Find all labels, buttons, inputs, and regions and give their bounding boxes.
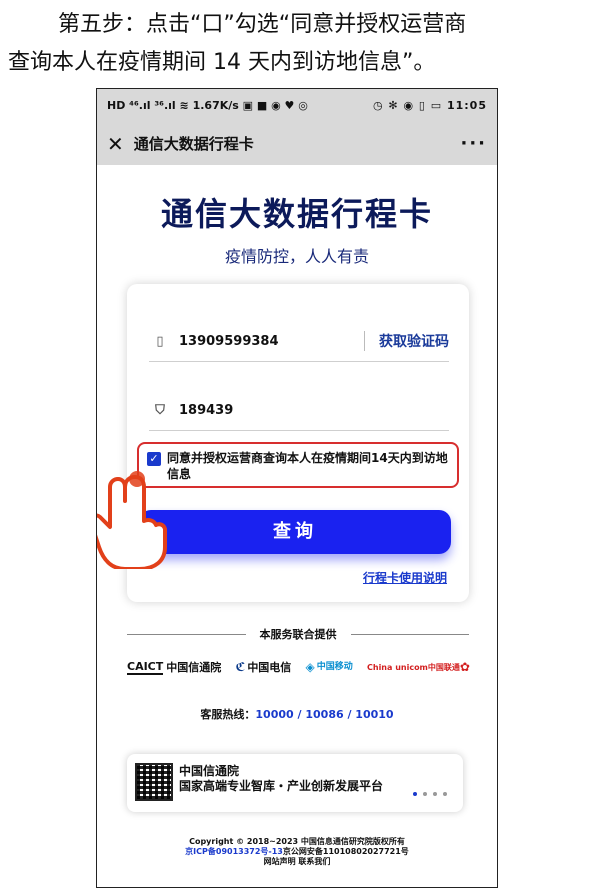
mobile-mark: ◈ [305, 660, 315, 674]
promo-banner[interactable]: 中国信通院 国家高端专业智库・产业创新发展平台 [127, 754, 463, 812]
code-field[interactable]: ⛉ 189439 [149, 390, 449, 431]
unicom-name: China unicom中国联通 [367, 662, 460, 672]
login-card: ▯ 13909599384 获取验证码 ⛉ 189439 ✓ 同意并授权运营商查… [127, 284, 469, 602]
hero-subtitle: 疫情防控，人人有责 [224, 247, 369, 266]
caict-mark: CAICT [127, 659, 164, 675]
carousel-dot[interactable] [433, 792, 437, 796]
status-bar-left: HD ⁴⁶.ıl ³⁶.ıl ≋ 1.67K/s ▣ ■ ◉ ♥ ◎ [107, 99, 308, 112]
carousel-dots[interactable] [413, 792, 447, 796]
more-menu-icon[interactable]: ··· [460, 133, 487, 154]
police-record: 京公网安备11010802027721号 [282, 847, 409, 856]
mobile-name: 中国移动 [316, 662, 353, 672]
banner-title: 中国信通院 [179, 764, 240, 778]
pointing-hand-icon [97, 471, 167, 569]
copyright-text: Copyright © 2018~2023 中国信息通信研究院版权所有 [189, 837, 405, 846]
phone-screenshot: HD ⁴⁶.ıl ³⁶.ıl ≋ 1.67K/s ▣ ■ ◉ ♥ ◎ ◷ ✻ ◉… [96, 88, 498, 888]
phone-number-input[interactable]: 13909599384 [179, 334, 364, 349]
shield-icon: ⛉ [155, 402, 165, 418]
close-icon[interactable]: ✕ [107, 132, 124, 156]
status-bar: HD ⁴⁶.ıl ³⁶.ıl ≋ 1.67K/s ▣ ■ ◉ ♥ ◎ ◷ ✻ ◉… [97, 89, 497, 122]
provider-heading: 本服务联合提供 [259, 628, 337, 641]
divider-line [127, 633, 246, 635]
document-line-1: 第五步：点击“口”勾选“同意并授权运营商 [58, 12, 467, 37]
qr-code-icon [135, 763, 173, 801]
status-bar-right: ◷ ✻ ◉ ▯ ▭ 11:05 [372, 99, 487, 112]
china-telecom-logo: ℭ 中国电信 [235, 659, 291, 675]
document-line-2: 查询本人在疫情期间 14 天内到访地信息”。 [8, 50, 436, 75]
unicom-mark: ✿ [459, 660, 470, 674]
footer: Copyright © 2018~2023 中国信息通信研究院版权所有 京ICP… [97, 837, 497, 867]
consent-highlight-box: ✓ 同意并授权运营商查询本人在疫情期间14天内到访地信息 [137, 442, 459, 488]
get-code-button[interactable]: 获取验证码 [379, 331, 449, 351]
provider-logos: CAICT 中国信通院 ℭ 中国电信 ◈ 中国移动 China unicom中国… [127, 659, 472, 675]
hotline-numbers[interactable]: 10000 / 10086 / 10010 [255, 708, 393, 721]
phone-icon: ▯ [156, 333, 164, 349]
carousel-dot[interactable] [413, 792, 417, 796]
china-mobile-logo: ◈ 中国移动 [306, 660, 353, 674]
nav-bar: ✕ 通信大数据行程卡 ··· [97, 122, 497, 165]
nav-title: 通信大数据行程卡 [133, 135, 254, 153]
verification-code-input[interactable]: 189439 [179, 403, 449, 418]
icp-link[interactable]: 京ICP备09013372号-13 [185, 847, 283, 856]
telecom-mark: ℭ [235, 660, 246, 674]
consent-checkbox[interactable]: ✓ [147, 452, 161, 466]
caict-logo: CAICT 中国信通院 [127, 659, 221, 675]
caict-name: 中国信通院 [166, 661, 222, 674]
footer-links[interactable]: 网站声明 联系我们 [97, 857, 497, 867]
divider-line [350, 633, 469, 635]
carousel-dot[interactable] [443, 792, 447, 796]
phone-field[interactable]: ▯ 13909599384 获取验证码 [149, 321, 449, 362]
help-link[interactable]: 行程卡使用说明 [363, 569, 447, 586]
hotline-label: 客服热线： [200, 708, 256, 721]
provider-divider: 本服务联合提供 [127, 626, 469, 642]
query-button[interactable]: 查询 [139, 510, 451, 554]
banner-subtitle: 国家高端专业智库・产业创新发展平台 [179, 779, 384, 793]
field-divider [364, 331, 365, 351]
consent-text: 同意并授权运营商查询本人在疫情期间14天内到访地信息 [167, 451, 448, 481]
china-unicom-logo: China unicom中国联通 ✿ [367, 660, 472, 674]
carousel-dot[interactable] [423, 792, 427, 796]
hero-title: 通信大数据行程卡 [160, 195, 433, 233]
hotline: 客服热线：10000 / 10086 / 10010 [97, 706, 497, 722]
telecom-name: 中国电信 [247, 661, 292, 674]
